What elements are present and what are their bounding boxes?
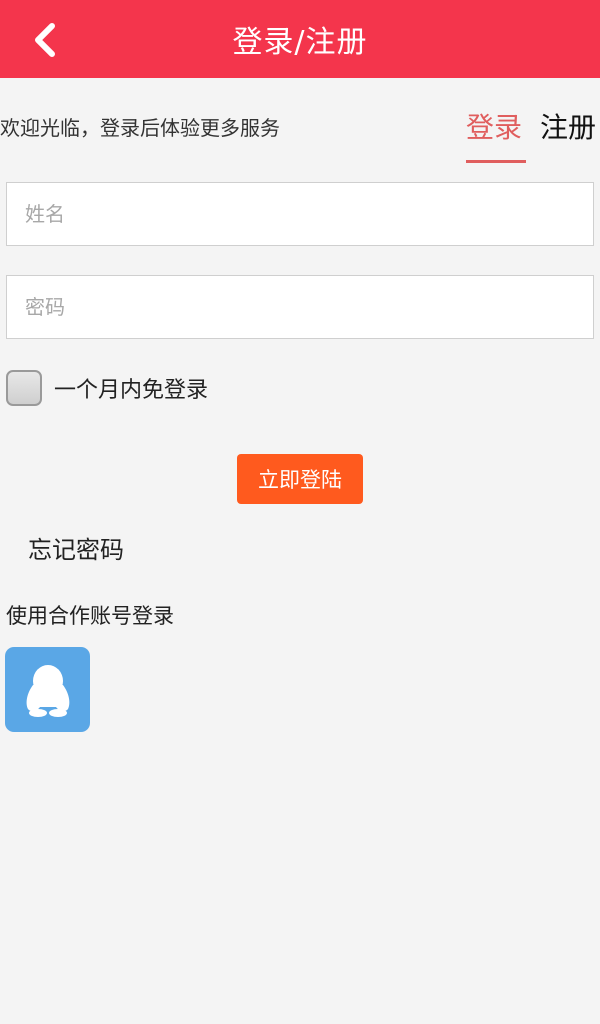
remember-me-checkbox[interactable]	[6, 370, 42, 406]
login-button[interactable]: 立即登陆	[237, 454, 363, 504]
qq-login-button[interactable]	[5, 647, 90, 732]
name-input[interactable]	[6, 182, 594, 246]
qq-penguin-icon	[26, 664, 69, 717]
forgot-password-link[interactable]: 忘记密码	[28, 530, 124, 565]
partner-login-label: 使用合作账号登录	[6, 604, 174, 628]
remember-me-row: 一个月内免登录	[6, 368, 208, 408]
tab-register[interactable]: 注册	[540, 106, 596, 146]
page-title: 登录/注册	[232, 25, 368, 60]
active-tab-indicator	[466, 160, 526, 163]
remember-me-label: 一个月内免登录	[54, 378, 209, 403]
welcome-text: 欢迎光临，登录后体验更多服务	[0, 116, 280, 140]
password-input[interactable]	[6, 275, 594, 339]
header-bar: 登录/注册	[0, 0, 600, 78]
tab-login[interactable]: 登录	[466, 106, 522, 146]
